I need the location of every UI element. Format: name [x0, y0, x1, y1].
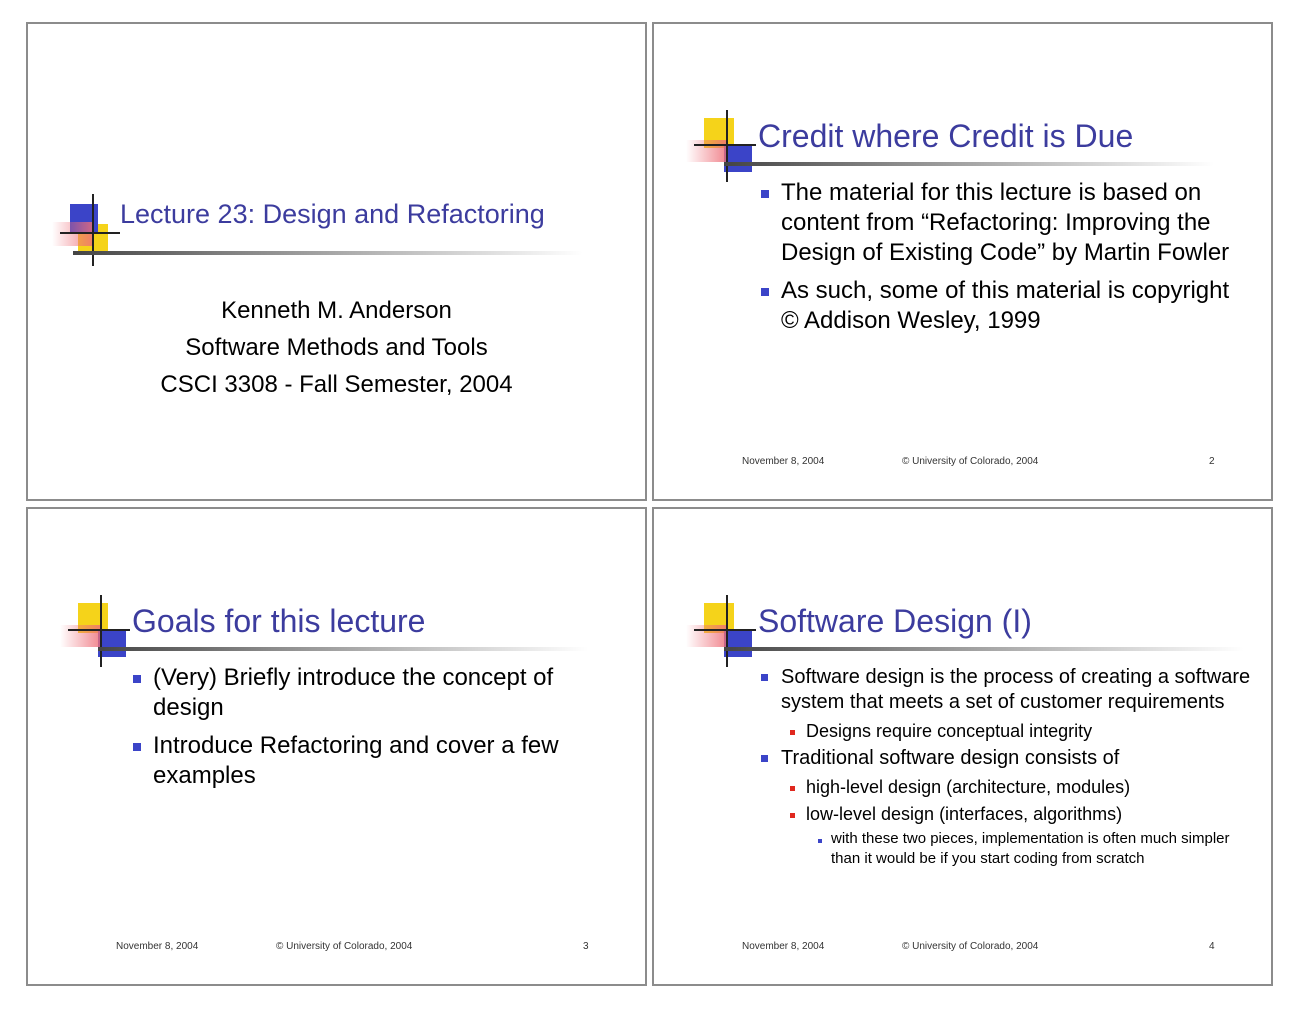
- slide-logo-icon: [60, 595, 132, 671]
- course-semester: CSCI 3308 - Fall Semester, 2004: [160, 371, 513, 398]
- bullet-item: Software design is the process of creati…: [761, 665, 1251, 715]
- slide-logo-icon: [686, 110, 758, 186]
- footer-copyright: © University of Colorado, 2004: [276, 941, 413, 952]
- slide-logo-icon: [52, 194, 124, 270]
- sub-sub-bullet-item: with these two pieces, implementation is…: [761, 829, 1251, 869]
- title-rule: [73, 251, 583, 255]
- footer-date: November 8, 2004: [116, 941, 199, 952]
- slide-1: Lecture 23: Design and Refactoring Kenne…: [26, 22, 647, 501]
- bullet-item: (Very) Briefly introduce the concept of …: [133, 663, 603, 723]
- course-name: Software Methods and Tools: [185, 334, 488, 361]
- title-rule: [724, 647, 1244, 651]
- slide-logo-icon: [686, 595, 758, 671]
- slide-subtitle: Kenneth M. Anderson Software Methods and…: [28, 292, 645, 403]
- bullet-list: The material for this lecture is based o…: [761, 178, 1241, 344]
- bullet-list: (Very) Briefly introduce the concept of …: [133, 663, 603, 799]
- slide-title: Lecture 23: Design and Refactoring: [120, 199, 545, 229]
- sub-bullet-item: low-level design (interfaces, algorithms…: [761, 802, 1251, 826]
- footer-copyright: © University of Colorado, 2004: [902, 941, 1039, 952]
- slide-title: Software Design (I): [758, 603, 1032, 639]
- slide-4: Software Design (I) Software design is t…: [652, 507, 1273, 986]
- footer-page-number: 3: [583, 941, 589, 952]
- footer-page-number: 2: [1209, 456, 1215, 467]
- slide-2: Credit where Credit is Due The material …: [652, 22, 1273, 501]
- bullet-item: As such, some of this material is copyri…: [761, 276, 1241, 336]
- slide-title: Credit where Credit is Due: [758, 118, 1134, 154]
- bullet-item: Traditional software design consists of: [761, 746, 1251, 771]
- bullet-item: The material for this lecture is based o…: [761, 178, 1241, 268]
- author-name: Kenneth M. Anderson: [221, 297, 452, 324]
- footer-date: November 8, 2004: [742, 941, 825, 952]
- title-rule: [98, 647, 588, 651]
- sub-bullet-item: high-level design (architecture, modules…: [761, 775, 1251, 799]
- bullet-item: Introduce Refactoring and cover a few ex…: [133, 731, 603, 791]
- footer-date: November 8, 2004: [742, 456, 825, 467]
- footer-page-number: 4: [1209, 941, 1215, 952]
- sub-bullet-item: Designs require conceptual integrity: [761, 719, 1251, 743]
- title-rule: [724, 162, 1214, 166]
- footer-copyright: © University of Colorado, 2004: [902, 456, 1039, 467]
- slide-title: Goals for this lecture: [132, 603, 426, 639]
- slide-3: Goals for this lecture (Very) Briefly in…: [26, 507, 647, 986]
- bullet-list: Software design is the process of creati…: [761, 665, 1251, 869]
